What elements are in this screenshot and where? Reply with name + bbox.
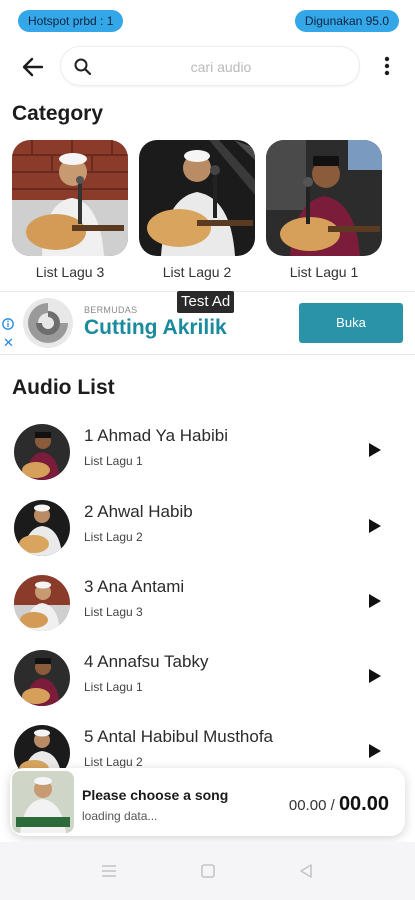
system-nav-bar [0, 842, 415, 900]
audio-thumbnail [14, 575, 70, 631]
back-nav-icon[interactable] [299, 864, 313, 878]
ad-close-icon[interactable]: ✕ [3, 336, 14, 350]
category-title: Category [12, 102, 104, 125]
category-card[interactable]: List Lagu 3 [12, 140, 128, 280]
play-icon[interactable] [368, 668, 382, 684]
audio-title: 4 Annafsu Tabky [84, 652, 209, 671]
category-card[interactable]: List Lagu 1 [266, 140, 382, 280]
player-title: Please choose a song [82, 787, 229, 803]
audio-list-item[interactable]: 3 Ana Antami List Lagu 3 [0, 575, 415, 645]
ad-open-button[interactable]: Buka [299, 303, 403, 343]
audio-subtitle: List Lagu 1 [84, 680, 143, 694]
audio-subtitle: List Lagu 2 [84, 755, 143, 769]
audio-title: 2 Ahwal Habib [84, 502, 193, 521]
audio-thumbnail [14, 500, 70, 556]
mini-player[interactable]: Please choose a song loading data... 00.… [10, 768, 405, 836]
play-icon[interactable] [368, 593, 382, 609]
audio-subtitle: List Lagu 3 [84, 605, 143, 619]
category-thumbnail [139, 140, 255, 256]
audio-list-item[interactable]: 4 Annafsu Tabky List Lagu 1 [0, 650, 415, 720]
top-bar [0, 44, 415, 88]
category-label: List Lagu 1 [289, 264, 359, 280]
play-icon[interactable] [368, 442, 382, 458]
audio-list-title: Audio List [12, 376, 115, 399]
category-card[interactable]: List Lagu 2 [139, 140, 255, 280]
test-ad-label: Test Ad [177, 291, 235, 313]
play-icon[interactable] [368, 743, 382, 759]
player-time: 00.00 / 00.00 [289, 793, 389, 816]
back-arrow-icon [22, 57, 44, 77]
category-thumbnail [266, 140, 382, 256]
more-vert-icon [384, 56, 390, 76]
search-icon [74, 58, 92, 76]
audio-list-item[interactable]: 1 Ahmad Ya Habibi List Lagu 1 [0, 424, 415, 494]
status-row: Hotspot prbd : 1 Digunakan 95.0 [0, 10, 415, 34]
home-icon[interactable] [201, 864, 215, 878]
ad-brand-name: BERMUDAS [84, 305, 138, 315]
elapsed-time: 00.00 [288, 797, 327, 814]
category-label: List Lagu 3 [35, 264, 105, 280]
audio-list-item[interactable]: 2 Ahwal Habib List Lagu 2 [0, 500, 415, 570]
data-usage-pill: Digunakan 95.0 [294, 10, 399, 32]
player-status: loading data... [82, 809, 158, 823]
ad-banner[interactable]: Test Ad ✕ BERMUDAS Cutting Akrilik Buka [0, 291, 415, 355]
audio-subtitle: List Lagu 1 [84, 454, 143, 468]
hotspot-pill: Hotspot prbd : 1 [18, 10, 124, 32]
search-input[interactable] [101, 55, 341, 79]
now-playing-thumbnail [12, 771, 74, 833]
audio-thumbnail [14, 650, 70, 706]
audio-thumbnail [14, 424, 70, 480]
back-button[interactable] [18, 52, 48, 82]
more-options-button[interactable] [377, 54, 397, 78]
ad-info-icon[interactable] [2, 318, 14, 330]
search-box[interactable] [60, 46, 360, 86]
play-icon[interactable] [368, 518, 382, 534]
total-time: 00.00 [338, 793, 389, 815]
audio-title: 1 Ahmad Ya Habibi [84, 426, 228, 445]
category-thumbnail [12, 140, 128, 256]
ad-headline: Cutting Akrilik [84, 316, 227, 339]
time-separator: / [330, 797, 335, 814]
audio-title: 3 Ana Antami [84, 577, 185, 596]
audio-subtitle: List Lagu 2 [84, 530, 143, 544]
category-label: List Lagu 2 [162, 264, 232, 280]
ad-brand-logo [23, 298, 73, 348]
recents-menu-icon[interactable] [101, 864, 117, 878]
audio-title: 5 Antal Habibul Musthofa [84, 727, 274, 746]
